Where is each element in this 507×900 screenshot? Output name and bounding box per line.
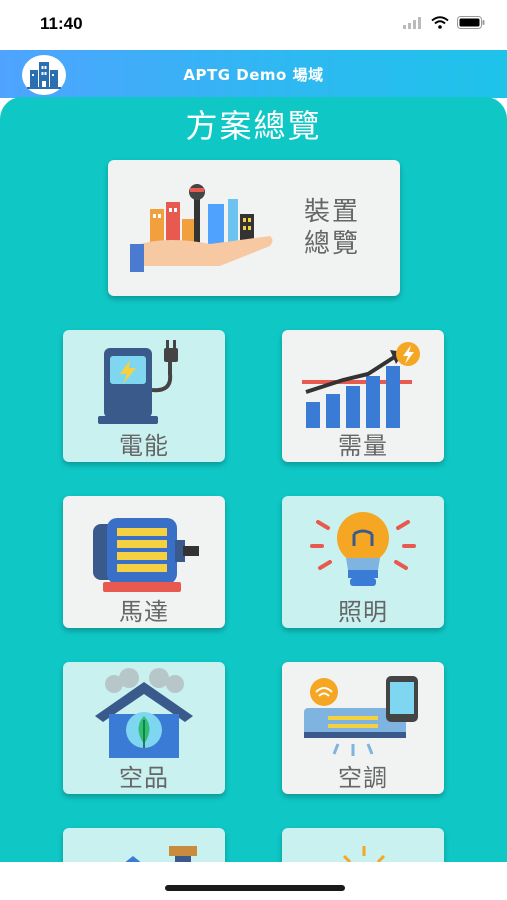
tile-demand-label: 需量 [338, 432, 388, 460]
motor-icon [93, 518, 199, 592]
signal-icon [403, 16, 421, 29]
bottom-safe-area [0, 862, 507, 900]
tile-energy[interactable]: 電能 [63, 330, 225, 462]
battery-icon [457, 16, 485, 29]
tile-motor-label: 馬達 [119, 598, 169, 626]
wifi-icon [431, 16, 449, 29]
tile-lighting[interactable]: 照明 [282, 496, 444, 628]
device-overview-label-line1: 裝置 [304, 197, 361, 227]
page-title: 方案總覽 [185, 107, 322, 145]
ev-charger-icon [98, 340, 178, 424]
demand-chart-icon [302, 342, 420, 428]
home-indicator[interactable] [165, 885, 345, 891]
status-icons [403, 16, 485, 29]
tile-air-conditioning-label: 空調 [338, 764, 388, 792]
tile-lighting-label: 照明 [338, 598, 388, 626]
status-time: 11:40 [40, 14, 83, 33]
device-overview-label: 裝置 總覽 [304, 196, 360, 260]
device-overview-label-line2: 總覽 [304, 229, 361, 259]
tile-air-quality-label: 空品 [119, 764, 169, 792]
tile-air-conditioning[interactable]: 空調 [282, 662, 444, 794]
light-bulb-icon [310, 512, 416, 586]
device-overview-card[interactable]: 裝置 總覽 [108, 160, 400, 296]
smart-city-hand-icon [130, 184, 273, 272]
tile-motor[interactable]: 馬達 [63, 496, 225, 628]
air-conditioner-icon [304, 676, 418, 756]
tile-air-quality[interactable]: 空品 [63, 662, 225, 794]
tile-energy-label: 電能 [119, 432, 169, 460]
header-title: APTG Demo 場域 [183, 66, 324, 84]
tile-demand[interactable]: 需量 [282, 330, 444, 462]
air-quality-house-icon [95, 668, 193, 758]
status-bar: 11:40 [0, 0, 507, 50]
